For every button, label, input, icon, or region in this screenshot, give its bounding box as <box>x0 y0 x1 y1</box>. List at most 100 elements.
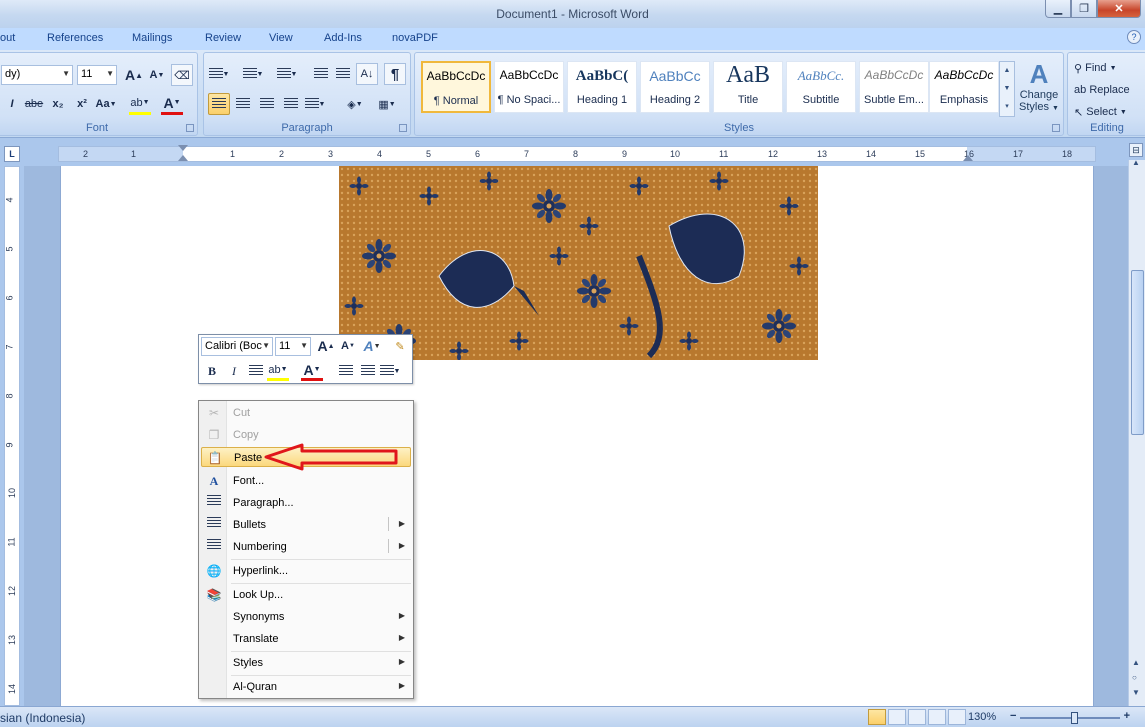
menu-item-synonyms[interactable]: Synonyms ▶ <box>201 607 411 627</box>
mini-bold-button[interactable]: B <box>201 361 223 381</box>
mini-font-size-combo[interactable]: 11 ▼ <box>275 337 311 356</box>
mini-italic-button[interactable]: I <box>223 361 245 381</box>
multilevel-list-button[interactable]: ▼ <box>276 63 298 85</box>
draft-view-icon[interactable] <box>948 709 966 725</box>
tab-selector[interactable]: L <box>4 146 20 162</box>
superscript-button[interactable]: x² <box>71 93 93 115</box>
mini-shrink-font-button[interactable]: A ▼ <box>337 336 359 356</box>
help-icon[interactable]: ? <box>1127 30 1141 44</box>
clear-formatting-button[interactable]: ⌫ <box>171 64 193 86</box>
zoom-slider[interactable]: − + <box>1010 710 1130 724</box>
subscript-button[interactable]: x₂ <box>47 93 69 115</box>
right-indent-marker[interactable] <box>963 155 973 161</box>
hanging-indent-marker[interactable] <box>178 155 188 161</box>
style-heading-1[interactable]: AaBbC( Heading 1 <box>567 61 637 113</box>
decrease-indent-button[interactable] <box>310 63 332 85</box>
menu-item-look-up[interactable]: 📚 Look Up... <box>201 585 411 605</box>
font-size-combo[interactable]: 11 ▼ <box>77 65 117 85</box>
style-normal[interactable]: AaBbCcDc ¶ Normal <box>421 61 491 113</box>
menu-item-hyperlink[interactable]: 🌐 Hyperlink... <box>201 561 411 581</box>
dialog-launcher-icon[interactable] <box>186 124 194 132</box>
tab-add-ins[interactable]: Add-Ins <box>324 32 362 44</box>
menu-item-numbering[interactable]: Numbering ▶ <box>201 537 411 557</box>
restore-button[interactable]: ❐ <box>1071 0 1097 18</box>
bullets-button[interactable]: ▼ <box>208 63 230 85</box>
change-case-button[interactable]: Aa ▼ <box>95 93 117 115</box>
menu-item-styles[interactable]: Styles ▶ <box>201 653 411 673</box>
menu-item-translate[interactable]: Translate ▶ <box>201 629 411 649</box>
scroll-up-icon[interactable]: ▲ <box>1132 158 1140 167</box>
tab-review[interactable]: Review <box>205 32 241 44</box>
sort-button[interactable]: A↓ <box>356 63 378 85</box>
minimize-button[interactable]: ▁ <box>1045 0 1071 18</box>
change-styles-button[interactable]: A Change Styles ▼ <box>1015 59 1063 119</box>
line-spacing-button[interactable]: ▼ <box>304 93 326 115</box>
dialog-launcher-icon[interactable] <box>399 124 407 132</box>
zoom-knob[interactable] <box>1071 712 1078 724</box>
outline-view-icon[interactable] <box>928 709 946 725</box>
shrink-font-button[interactable]: A ▼ <box>146 64 168 86</box>
batik-image[interactable] <box>339 166 818 360</box>
show-marks-button[interactable]: ¶ <box>384 63 406 85</box>
menu-item-font[interactable]: A Font... <box>201 471 411 491</box>
vertical-ruler[interactable]: 4 5 6 7 8 9 10 11 12 13 14 <box>4 166 20 706</box>
increase-indent-button[interactable] <box>332 63 354 85</box>
submenu-arrow-icon[interactable]: ▶ <box>399 541 405 550</box>
justify-button[interactable] <box>280 93 302 115</box>
align-left-button[interactable] <box>208 93 230 115</box>
style-subtle-emphasis[interactable]: AaBbCcDc Subtle Em... <box>859 61 929 113</box>
format-painter-icon[interactable]: ✎ <box>389 336 411 356</box>
italic-button[interactable]: I <box>1 93 23 115</box>
mini-decrease-indent-button[interactable] <box>335 361 357 381</box>
select-button[interactable]: ↖ Select ▼ <box>1074 101 1127 123</box>
zoom-in-icon[interactable]: + <box>1124 710 1130 722</box>
browse-object-icon[interactable]: ○ <box>1132 673 1137 682</box>
shading-button[interactable]: ◈ ▼ <box>344 93 366 115</box>
vertical-scrollbar[interactable]: ▲ ▲ ○ ▼ <box>1128 158 1145 706</box>
menu-item-paragraph[interactable]: Paragraph... <box>201 493 411 513</box>
tab-mailings[interactable]: Mailings <box>132 32 172 44</box>
dialog-launcher-icon[interactable] <box>1052 124 1060 132</box>
horizontal-ruler[interactable]: 2 1 1 2 3 4 5 6 7 8 9 10 11 12 13 14 15 … <box>58 145 1096 162</box>
align-center-button[interactable] <box>232 93 254 115</box>
mini-center-button[interactable] <box>245 361 267 381</box>
borders-button[interactable]: ▦ ▼ <box>376 93 398 115</box>
style-no-spacing[interactable]: AaBbCcDc ¶ No Spaci... <box>494 61 564 113</box>
previous-page-icon[interactable]: ▲ <box>1132 658 1140 667</box>
print-layout-icon[interactable] <box>868 709 886 725</box>
mini-font-color-button[interactable]: A ▼ <box>301 361 323 381</box>
style-emphasis[interactable]: AaBbCcDc Emphasis <box>929 61 999 113</box>
full-screen-reading-icon[interactable] <box>888 709 906 725</box>
mini-highlight-button[interactable]: ab ▼ <box>267 361 289 381</box>
find-button[interactable]: ⚲ Find ▼ <box>1074 57 1117 79</box>
zoom-out-icon[interactable]: − <box>1010 710 1016 722</box>
font-name-combo[interactable]: dy) ▼ <box>1 65 73 85</box>
scroll-thumb[interactable] <box>1131 270 1144 435</box>
mini-grow-font-button[interactable]: A ▲ <box>315 336 337 356</box>
mini-styles-button[interactable]: A ▼ <box>361 336 383 356</box>
language-indicator[interactable]: sian (Indonesia) <box>0 711 85 725</box>
zoom-level[interactable]: 130% <box>968 711 996 723</box>
mini-font-name-combo[interactable]: Calibri (Boc ▼ <box>201 337 273 356</box>
mini-bullets-button[interactable]: ▼ <box>379 361 401 381</box>
replace-button[interactable]: ab Replace <box>1074 79 1130 101</box>
style-heading-2[interactable]: AaBbCc Heading 2 <box>640 61 710 113</box>
mini-increase-indent-button[interactable] <box>357 361 379 381</box>
align-right-button[interactable] <box>256 93 278 115</box>
first-line-indent-marker[interactable] <box>178 145 188 151</box>
tab-page-layout[interactable]: out <box>0 32 15 44</box>
next-page-icon[interactable]: ▼ <box>1132 688 1140 697</box>
grow-font-button[interactable]: A ▲ <box>123 64 145 86</box>
style-title[interactable]: AaB Title <box>713 61 783 113</box>
gallery-scroll[interactable]: ▲ ▼ ▾ <box>999 61 1015 117</box>
tab-references[interactable]: References <box>47 32 103 44</box>
web-layout-icon[interactable] <box>908 709 926 725</box>
submenu-arrow-icon[interactable]: ▶ <box>399 519 405 528</box>
close-button[interactable]: ✕ <box>1097 0 1141 18</box>
font-color-button[interactable]: A ▼ <box>161 93 183 115</box>
strikethrough-button[interactable]: abe <box>23 93 45 115</box>
numbering-button[interactable]: ▼ <box>242 63 264 85</box>
highlight-button[interactable]: ab ▼ <box>129 93 151 115</box>
style-subtitle[interactable]: AaBbCc. Subtitle <box>786 61 856 113</box>
tab-novapdf[interactable]: novaPDF <box>392 32 438 44</box>
